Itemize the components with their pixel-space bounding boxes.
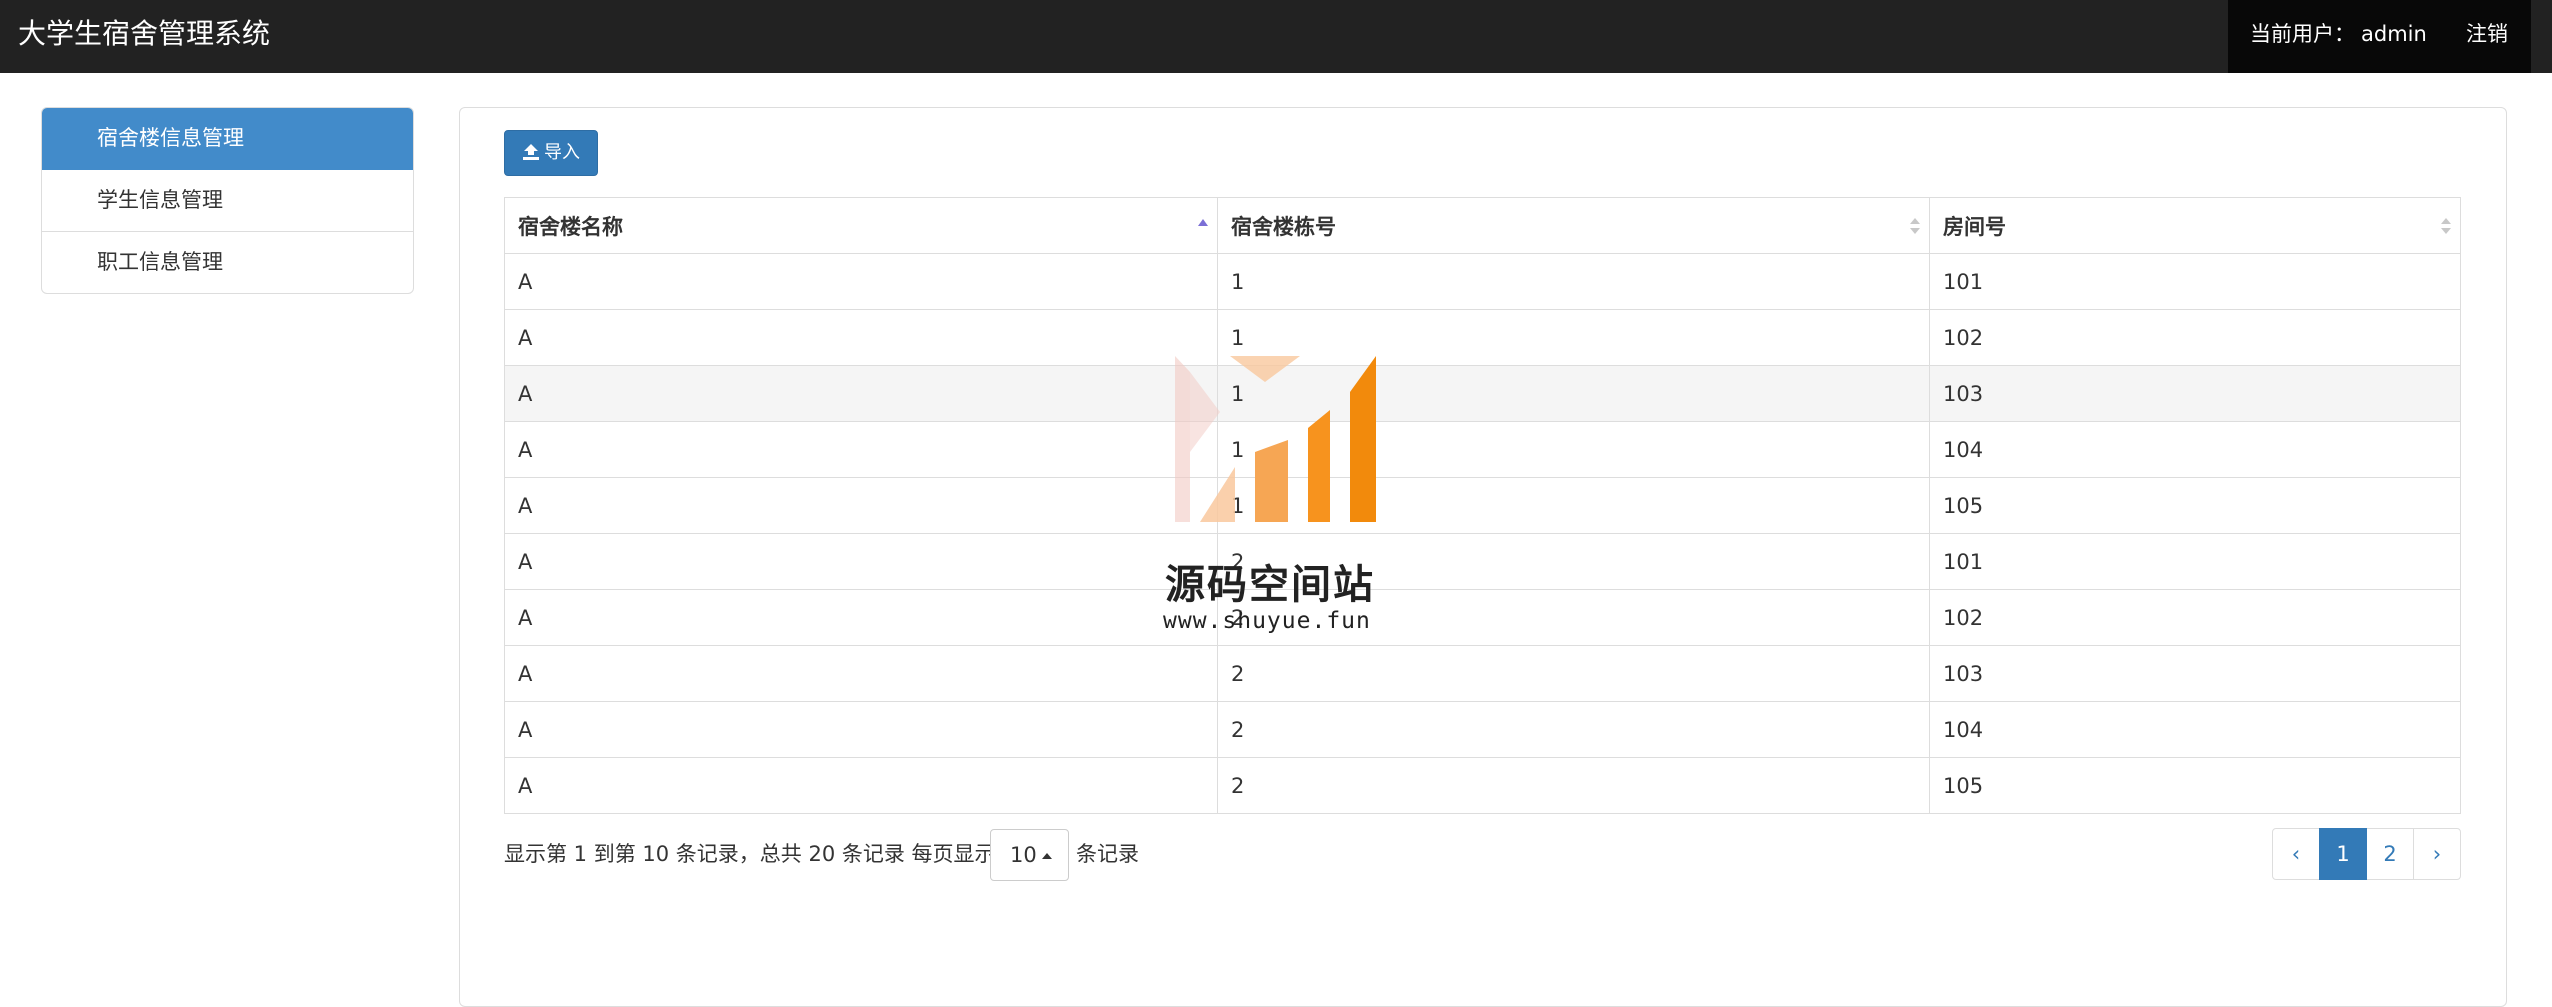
- table-row[interactable]: A 1 105: [504, 477, 2461, 534]
- watermark-url: www.shuyue.fun: [1163, 608, 1371, 634]
- table-row[interactable]: A 2 102: [504, 589, 2461, 646]
- cell-building-number: 2: [1217, 645, 1930, 702]
- import-label: 导入: [544, 142, 580, 163]
- table-row[interactable]: A 1 104: [504, 421, 2461, 478]
- table-row[interactable]: A 2 104: [504, 701, 2461, 758]
- cell-room-number: 101: [1929, 253, 2461, 310]
- cell-building-number: 2: [1217, 701, 1930, 758]
- cell-building-name: A: [504, 589, 1218, 646]
- cell-building-name: A: [504, 421, 1218, 478]
- cell-building-name: A: [504, 253, 1218, 310]
- column-label: 宿舍楼名称: [518, 214, 623, 239]
- current-username: admin: [2361, 22, 2427, 46]
- pagination-info: 显示第 1 到第 10 条记录，总共 20 条记录 每页显示: [504, 842, 996, 866]
- cell-building-name: A: [504, 477, 1218, 534]
- pagination-info-suffix: 条记录: [1076, 842, 1139, 866]
- cell-room-number: 104: [1929, 421, 2461, 478]
- building-table: 宿舍楼名称 宿舍楼栋号 房间号 A 1 101 A 1 102 A 1 103 A 1 104 …: [504, 197, 2461, 814]
- table-row[interactable]: A 2 105: [504, 757, 2461, 814]
- cell-building-number: 1: [1217, 309, 1930, 366]
- page-size-dropdown[interactable]: 10: [990, 829, 1069, 881]
- cell-building-number: 1: [1217, 421, 1930, 478]
- page-prev-button[interactable]: ‹: [2272, 828, 2320, 880]
- sort-asc-icon: [1198, 219, 1208, 226]
- cell-building-number: 1: [1217, 365, 1930, 422]
- import-button[interactable]: 导入: [504, 130, 598, 176]
- cell-building-number: 2: [1217, 757, 1930, 814]
- sidebar-item-staff[interactable]: 职工信息管理: [42, 232, 413, 293]
- cell-room-number: 105: [1929, 757, 2461, 814]
- table-row[interactable]: A 2 101: [504, 533, 2461, 590]
- cell-room-number: 103: [1929, 645, 2461, 702]
- sort-both-icon: [1910, 218, 1920, 234]
- page-1-button[interactable]: 1: [2319, 828, 2367, 880]
- page-next-button[interactable]: ›: [2413, 828, 2461, 880]
- column-label: 宿舍楼栋号: [1231, 214, 1336, 239]
- column-header-building-number[interactable]: 宿舍楼栋号: [1217, 197, 1930, 254]
- cell-room-number: 101: [1929, 533, 2461, 590]
- app-title[interactable]: 大学生宿舍管理系统: [18, 0, 270, 70]
- table-row[interactable]: A 1 102: [504, 309, 2461, 366]
- table-row[interactable]: A 2 103: [504, 645, 2461, 702]
- table-header-row: 宿舍楼名称 宿舍楼栋号 房间号: [504, 197, 2461, 254]
- cell-building-number: 1: [1217, 253, 1930, 310]
- table-row[interactable]: A 1 103: [504, 365, 2461, 422]
- cell-building-number: 1: [1217, 477, 1930, 534]
- cell-room-number: 102: [1929, 309, 2461, 366]
- cell-building-name: A: [504, 645, 1218, 702]
- cell-room-number: 102: [1929, 589, 2461, 646]
- caret-up-icon: [1042, 853, 1052, 859]
- cell-building-name: A: [504, 757, 1218, 814]
- cell-room-number: 105: [1929, 477, 2461, 534]
- page-2-button[interactable]: 2: [2366, 828, 2414, 880]
- user-box: 当前用户： admin 注销: [2228, 0, 2531, 73]
- top-navbar: 大学生宿舍管理系统 当前用户： admin 注销: [0, 0, 2552, 73]
- sidebar: 宿舍楼信息管理 学生信息管理 职工信息管理: [41, 107, 414, 294]
- sidebar-item-building[interactable]: 宿舍楼信息管理: [42, 108, 413, 170]
- cell-building-name: A: [504, 533, 1218, 590]
- upload-icon: [522, 143, 540, 161]
- sort-both-icon: [2441, 218, 2451, 234]
- cell-room-number: 103: [1929, 365, 2461, 422]
- cell-building-name: A: [504, 309, 1218, 366]
- column-header-building-name[interactable]: 宿舍楼名称: [504, 197, 1218, 254]
- cell-building-name: A: [504, 365, 1218, 422]
- column-header-room-number[interactable]: 房间号: [1929, 197, 2461, 254]
- logout-link[interactable]: 注销: [2466, 0, 2508, 68]
- watermark-title: 源码空间站: [1165, 562, 1375, 608]
- sidebar-item-students[interactable]: 学生信息管理: [42, 170, 413, 232]
- current-user-label: 当前用户：: [2250, 22, 2355, 46]
- pagination: ‹ 1 2 ›: [2272, 828, 2461, 880]
- column-label: 房间号: [1943, 214, 2006, 239]
- cell-building-name: A: [504, 701, 1218, 758]
- table-row[interactable]: A 1 101: [504, 253, 2461, 310]
- page-size-value: 10: [1010, 843, 1037, 867]
- cell-room-number: 104: [1929, 701, 2461, 758]
